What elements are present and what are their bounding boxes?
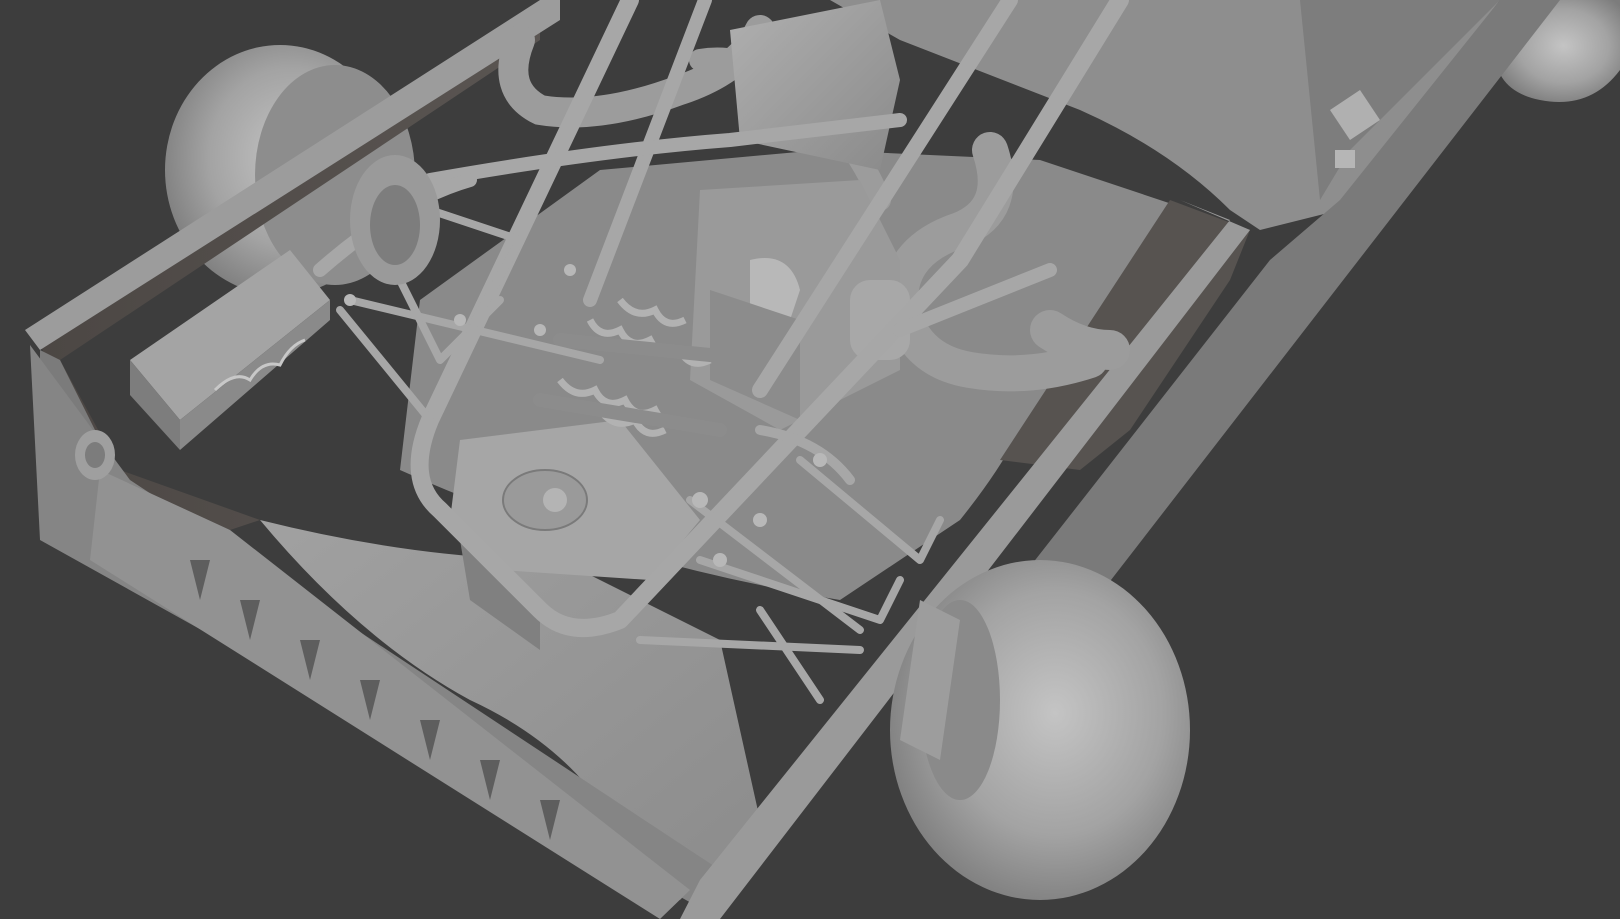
3d-viewport[interactable] [0,0,1620,919]
scene-render[interactable] [0,0,1620,919]
latch-knob[interactable] [1335,150,1355,168]
hub-rear-left [350,155,440,285]
tire-front-right[interactable] [890,560,1190,900]
filler-cap[interactable] [75,430,115,480]
